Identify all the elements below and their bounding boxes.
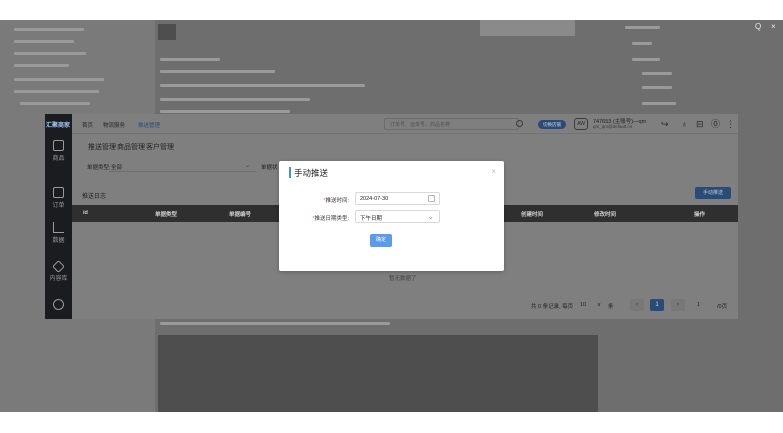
close-icon[interactable]: × xyxy=(491,168,496,176)
doc-text-line xyxy=(160,322,390,325)
total-pages: /0页 xyxy=(717,304,728,310)
chart-icon xyxy=(53,222,64,233)
message-icon[interactable]: ⊟ xyxy=(696,119,704,129)
dialog-title: 手动推送 xyxy=(294,168,329,178)
viewer-bottom-bar xyxy=(0,412,783,433)
tab-goods-management[interactable]: 商品管理 xyxy=(117,142,145,152)
doc-outline-line xyxy=(14,64,69,67)
doc-outline-line xyxy=(14,28,84,31)
filter-type-value: 全部 xyxy=(111,165,123,171)
content-icon xyxy=(52,260,65,273)
doc-image xyxy=(480,20,575,36)
avatar[interactable]: AW xyxy=(574,118,588,130)
viewer-top-bar xyxy=(0,0,783,20)
doc-text-line xyxy=(632,42,652,45)
sidebar-item-goods[interactable]: 商品 xyxy=(45,140,72,162)
column-header: 操作 xyxy=(694,212,706,218)
doc-text-line xyxy=(160,84,365,87)
doc-text-line xyxy=(160,98,310,101)
search-placeholder: 订单号、运单号、商品名称 xyxy=(390,122,451,128)
order-icon xyxy=(53,187,64,198)
sidebar-item-content[interactable]: 内容库 xyxy=(45,260,72,282)
sidebar-item-settings[interactable] xyxy=(45,299,72,312)
doc-text-line xyxy=(160,110,290,113)
prev-page-button[interactable]: ‹ xyxy=(630,299,644,311)
chevron-down-icon: ⌄ xyxy=(427,212,434,221)
app-sidebar: 汇聚商家 商品 订单 数据 内容库 xyxy=(45,114,72,319)
filter-type-label: 单据类型: xyxy=(87,165,111,171)
help-icon[interactable]: ⓪ xyxy=(711,119,720,129)
share-icon[interactable]: ↪ xyxy=(661,119,669,129)
doc-text-line xyxy=(642,102,676,105)
page-size-select[interactable]: 10 xyxy=(580,302,586,308)
tab-customer-management[interactable]: 客户管理 xyxy=(146,142,174,152)
section-title: 推送日志 xyxy=(82,194,107,200)
search-icon[interactable] xyxy=(516,120,523,127)
next-page-button[interactable]: › xyxy=(671,299,685,311)
doc-text-line xyxy=(160,58,220,61)
column-header: 创建时间 xyxy=(521,212,544,218)
doc-outline-line xyxy=(14,40,74,43)
push-range-select[interactable]: 下午日期 ⌄ xyxy=(355,210,440,223)
switch-store-button[interactable]: 切换店铺 xyxy=(538,120,566,129)
manual-push-button[interactable]: 手动推送 xyxy=(695,187,731,199)
doc-text-line xyxy=(625,26,660,29)
goto-page-input[interactable]: 1 xyxy=(697,302,700,308)
more-icon[interactable]: ⋮ xyxy=(726,119,735,129)
page-size-unit: 条 xyxy=(608,304,614,310)
app-logo: 汇聚商家 xyxy=(46,123,71,129)
confirm-button[interactable]: 确定 xyxy=(370,234,392,247)
shopping-bag-icon xyxy=(53,140,64,151)
doc-text-line xyxy=(632,58,660,61)
push-date-label: *推送时间: xyxy=(286,196,349,204)
current-page-button[interactable]: 1 xyxy=(650,299,664,311)
app-header: 首页 物流服务 推送管理 订单号、运单号、商品名称 切换店铺 AW 747653… xyxy=(72,114,738,134)
doc-image xyxy=(158,24,176,40)
push-date-label-text: 推送时间: xyxy=(325,198,349,204)
bell-icon[interactable]: ♁ xyxy=(681,119,688,129)
column-header: id xyxy=(83,210,88,216)
chevron-down-icon: ∨ xyxy=(597,302,602,308)
doc-outline-line xyxy=(20,102,90,105)
sidebar-item-orders[interactable]: 订单 xyxy=(45,187,72,209)
manual-push-dialog: 手动推送 × *推送时间: 2024-07-30 *推送日期类型: 下午日期 ⌄… xyxy=(279,161,504,271)
sidebar-item-data[interactable]: 数据 xyxy=(45,222,72,244)
gear-icon xyxy=(53,299,64,310)
push-range-value: 下午日期 xyxy=(360,216,383,222)
column-header: 单据编号 xyxy=(229,212,252,218)
sidebar-item-label: 订单 xyxy=(52,203,65,209)
breadcrumb-home[interactable]: 首页 xyxy=(82,121,93,129)
breadcrumb-current: 推送管理 xyxy=(138,123,161,129)
calendar-icon xyxy=(428,195,435,202)
push-range-label-text: 推送日期类型: xyxy=(314,216,349,222)
empty-state-text: 暂无数据了 xyxy=(389,276,417,282)
sidebar-item-label: 数据 xyxy=(52,238,65,244)
doc-outline-line xyxy=(14,90,99,93)
breadcrumb-logistics[interactable]: 物流服务 xyxy=(103,121,125,129)
filter-type-select[interactable]: 全部 ⌄ xyxy=(109,161,256,172)
doc-embedded-screenshot xyxy=(158,335,598,412)
push-date-value: 2024-07-30 xyxy=(360,196,389,202)
filter-status-label: 单据状 xyxy=(261,165,278,171)
sidebar-item-label: 商品 xyxy=(52,156,65,162)
tab-push-management[interactable]: 推送管理 xyxy=(88,142,116,152)
sidebar-item-label: 内容库 xyxy=(49,276,68,282)
push-date-picker[interactable]: 2024-07-30 xyxy=(355,192,440,205)
column-header: 单据类型 xyxy=(155,212,178,218)
viewer-close-icon[interactable]: × xyxy=(771,22,776,31)
user-email: qm_qm@default.cn xyxy=(593,124,633,129)
pagination-summary: 共 0 条记录, 每页 xyxy=(531,304,574,310)
doc-text-line xyxy=(642,86,672,89)
chevron-down-icon: ⌄ xyxy=(244,163,250,169)
doc-text-line xyxy=(160,70,275,73)
column-header: 修改时间 xyxy=(594,212,617,218)
viewer-search-icon[interactable]: Q xyxy=(755,22,761,31)
doc-text-line xyxy=(642,72,672,75)
doc-outline-line xyxy=(14,78,104,81)
doc-outline-line xyxy=(14,52,86,55)
title-accent-bar xyxy=(289,167,291,178)
push-range-label: *推送日期类型: xyxy=(286,214,349,222)
search-input[interactable]: 订单号、运单号、商品名称 xyxy=(384,118,519,130)
